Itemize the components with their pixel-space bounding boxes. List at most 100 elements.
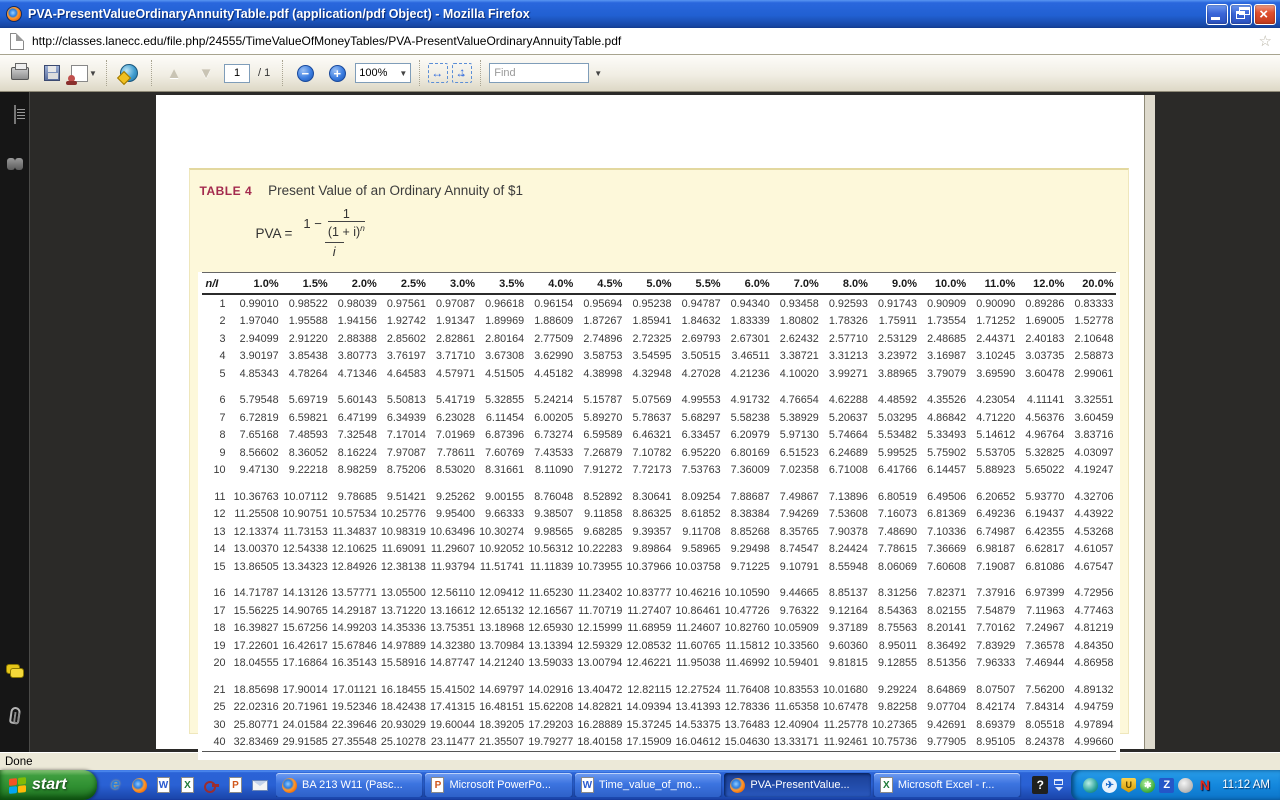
table-cell: 12.65930 [526,620,575,638]
table-cell: 7.24967 [1017,620,1066,638]
toolbar-chevron-button[interactable] [1054,779,1063,791]
attachments-panel-button[interactable] [8,706,20,724]
quick-launch-firefox[interactable] [130,776,149,795]
quick-launch-word[interactable]: W [154,776,173,795]
quick-launch-internet-explorer[interactable]: e [106,776,125,795]
find-input[interactable] [489,63,589,83]
table-caption-label: TABLE 4 [200,184,253,198]
collaborate-button[interactable]: ▼ [70,59,98,87]
zoom-level-select[interactable]: 100%▼ [355,63,411,83]
taskbar-button[interactable]: XMicrosoft Excel - r... [874,773,1020,797]
word-icon: W [581,777,594,793]
quick-launch-outlook-express[interactable] [250,776,269,795]
table-cell: 15.67256 [281,620,330,638]
tray-icon-update-green[interactable]: ✱ [1140,778,1155,793]
table-cell: 4.64583 [379,365,428,383]
table-cell: 7.49867 [772,488,821,506]
help-button[interactable]: ? [1032,776,1048,794]
fit-width-button[interactable]: ↔ [428,63,448,83]
next-page-button[interactable]: ▼ [192,59,220,87]
taskbar-button[interactable]: WTime_value_of_mo... [575,773,721,797]
table-cell: 8.75206 [379,462,428,480]
table-cell: 6.73274 [526,427,575,445]
table-cell: 8.52892 [575,488,624,506]
table-cell: 11 [202,488,232,506]
table-cell: 7.37916 [968,585,1017,603]
table-cell: 12.65132 [477,602,526,620]
table-cell: 4.23054 [968,392,1017,410]
table-cell: 13.00370 [232,541,281,559]
table-cell: 4.97894 [1066,716,1115,734]
zoom-in-button[interactable]: + [323,59,351,87]
tray-icon-volume[interactable] [1178,778,1193,793]
save-button[interactable] [38,59,66,87]
table-cell: 0.99010 [232,294,281,313]
table-cell: 9 [202,444,232,462]
table-cell: 4.03097 [1066,444,1115,462]
table-row: 1211.2550810.9075110.5753410.257769.9540… [202,506,1116,524]
table-cell: 18.42438 [379,699,428,717]
table-cell: 11.92461 [821,734,870,752]
taskbar-button[interactable]: PVA-PresentValue... [724,773,870,797]
page-count-label: / 1 [258,67,270,79]
pages-panel-button[interactable] [14,106,16,124]
table-cell: 6.47199 [330,409,379,427]
table-cell: 25.10278 [379,734,428,752]
window-titlebar: PVA-PresentValueOrdinaryAnnuityTable.pdf… [0,0,1280,28]
table-cell: 9.11858 [575,506,624,524]
table-cell: 12.56110 [428,585,477,603]
tray-icon-n-red[interactable]: N [1197,778,1212,793]
start-button[interactable]: start [0,770,97,800]
fit-page-button[interactable]: ↔↕ [452,63,472,83]
table-cell: 12.40904 [772,716,821,734]
table-column-header: 6.0% [723,273,772,295]
comments-panel-button[interactable] [6,664,24,677]
table-cell: 7.11963 [1017,602,1066,620]
table-cell: 13.40472 [575,681,624,699]
zoom-out-button[interactable]: − [291,59,319,87]
tray-icon-shield-yellow[interactable]: U [1121,778,1136,793]
pdf-canvas: TABLE 4 Present Value of an Ordinary Ann… [30,92,1280,752]
close-button[interactable]: × [1254,4,1276,25]
table-cell: 5.60143 [330,392,379,410]
minimize-button[interactable] [1206,4,1228,25]
find-dropdown-arrow-icon[interactable]: ▼ [594,69,602,78]
table-cell: 6.51523 [772,444,821,462]
tray-icon-z-blue[interactable]: Z [1159,778,1174,793]
table-cell: 9.38507 [526,506,575,524]
table-cell: 5.24214 [526,392,575,410]
table-cell: 7.78615 [870,541,919,559]
previous-page-button[interactable]: ▲ [160,59,188,87]
url-text[interactable]: http://classes.lanecc.edu/file.php/24555… [32,34,1259,48]
table-cell: 10.27365 [870,716,919,734]
tray-icon-messenger[interactable]: ✈ [1102,778,1117,793]
quick-launch-access-key[interactable] [202,776,221,795]
table-cell: 10.75736 [870,734,919,752]
page-favicon-icon [10,33,24,50]
start-label: start [32,776,67,794]
table-caption-title: Present Value of an Ordinary Annuity of … [268,183,523,198]
table-cell: 19.79277 [526,734,575,752]
tray-icon-network-globe[interactable] [1083,778,1098,793]
excel-icon: X [880,777,893,793]
print-button[interactable] [6,59,34,87]
table-cell: 2.58873 [1066,348,1115,366]
page-number-input[interactable] [224,64,250,83]
web-capture-button[interactable] [115,59,143,87]
taskbar-button[interactable]: BA 213 W11 (Pasc... [276,773,422,797]
restore-button[interactable] [1230,4,1252,25]
quick-launch-excel[interactable]: X [178,776,197,795]
bookmark-star-icon[interactable]: ☆ [1259,32,1272,50]
table-cell: 3.67308 [477,348,526,366]
table-cell: 13.41393 [673,699,722,717]
taskbar-button[interactable]: PMicrosoft PowerPo... [425,773,571,797]
quick-launch-powerpoint[interactable]: P [226,776,245,795]
table-cell: 12.78336 [723,699,772,717]
table-cell: 15.41502 [428,681,477,699]
table-cell: 4.62288 [821,392,870,410]
table-cell: 6.62817 [1017,541,1066,559]
table-cell: 13.18968 [477,620,526,638]
table-cell: 3.46511 [723,348,772,366]
table-cell: 2.53129 [870,330,919,348]
pdf-scrollbar[interactable] [1144,95,1155,749]
